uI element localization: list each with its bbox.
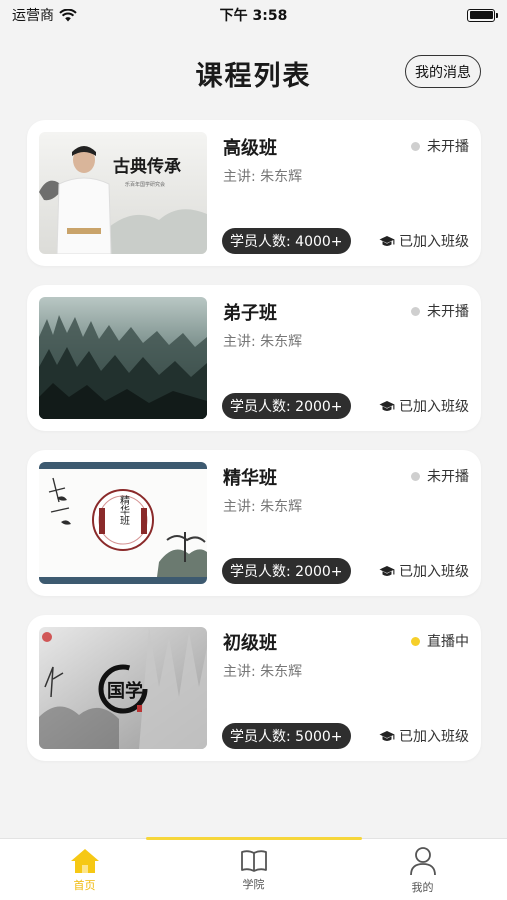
graduation-cap-icon: [379, 235, 395, 246]
poster-image: 古典传承 乐百年国学研究会: [39, 132, 207, 254]
joined-indicator: 已加入班级: [379, 726, 469, 746]
course-card[interactable]: 弟子班 主讲: 朱东辉 未开播 学员人数: 2000+ 已加入班级: [27, 285, 481, 431]
broadcast-status: 直播中: [411, 631, 469, 651]
course-teacher: 主讲: 朱东辉: [223, 664, 303, 680]
joined-indicator: 已加入班级: [379, 396, 469, 416]
joined-label: 已加入班级: [399, 399, 469, 415]
my-messages-button[interactable]: 我的消息: [405, 55, 481, 88]
student-count-badge: 学员人数: 2000+: [222, 393, 351, 419]
status-dot-icon: [411, 471, 420, 481]
user-icon: [409, 847, 436, 876]
poster-title: 国学: [107, 680, 143, 702]
joined-label: 已加入班级: [399, 564, 469, 580]
status-label: 未开播: [427, 139, 469, 155]
course-thumbnail: 国学: [39, 627, 207, 749]
tab-profile[interactable]: 我的: [338, 839, 507, 900]
broadcast-status: 未开播: [411, 136, 469, 156]
status-dot-icon: [411, 306, 420, 316]
book-icon: [240, 850, 267, 872]
poster-title: 古典传承: [113, 156, 181, 177]
scroll-indicator: [146, 837, 362, 840]
tab-home[interactable]: 首页: [0, 839, 169, 900]
course-name: 高级班: [223, 138, 277, 159]
bottom-tab-bar: 首页 学院 我的: [0, 837, 507, 900]
course-name: 弟子班: [223, 303, 277, 324]
page-header: 课程列表 我的消息: [0, 48, 507, 98]
course-name: 精华班: [223, 468, 277, 489]
poster-title: 精华班: [118, 494, 130, 526]
status-dot-icon: [411, 636, 420, 646]
course-card[interactable]: 国学 初级班 主讲: 朱东辉 直播中 学员人数: 5000+ 已加入班级: [27, 615, 481, 761]
poster-image: [39, 297, 207, 419]
joined-indicator: 已加入班级: [379, 231, 469, 251]
status-dot-icon: [411, 141, 420, 151]
carrier-label: 运营商: [12, 8, 54, 24]
battery-icon: [467, 8, 498, 22]
carrier-group: 运营商: [12, 5, 77, 25]
course-thumbnail: [39, 297, 207, 419]
graduation-cap-icon: [379, 400, 395, 411]
graduation-cap-icon: [379, 565, 395, 576]
broadcast-status: 未开播: [411, 301, 469, 321]
student-count-badge: 学员人数: 2000+: [222, 558, 351, 584]
course-thumbnail: 精华班: [39, 462, 207, 584]
poster-image: 精华班: [39, 462, 207, 584]
joined-label: 已加入班级: [399, 234, 469, 250]
graduation-cap-icon: [379, 730, 395, 741]
tab-academy[interactable]: 学院: [169, 839, 338, 900]
joined-label: 已加入班级: [399, 729, 469, 745]
course-teacher: 主讲: 朱东辉: [223, 169, 303, 185]
wifi-icon: [59, 8, 77, 21]
tab-academy-label: 学院: [242, 878, 265, 891]
student-count-badge: 学员人数: 5000+: [222, 723, 351, 749]
broadcast-status: 未开播: [411, 466, 469, 486]
status-label: 直播中: [427, 634, 469, 650]
course-teacher: 主讲: 朱东辉: [223, 334, 303, 350]
course-list: 古典传承 乐百年国学研究会 高级班 主讲: 朱东辉 未开播 学员人数: 4000…: [27, 120, 481, 780]
poster-subtitle: 乐百年国学研究会: [125, 181, 165, 188]
poster-image: 国学: [39, 627, 207, 749]
course-card[interactable]: 古典传承 乐百年国学研究会 高级班 主讲: 朱东辉 未开播 学员人数: 4000…: [27, 120, 481, 266]
tab-profile-label: 我的: [411, 881, 434, 894]
home-icon: [70, 849, 99, 873]
joined-indicator: 已加入班级: [379, 561, 469, 581]
status-label: 未开播: [427, 304, 469, 320]
status-bar: 运营商 下午 3:58: [0, 0, 507, 30]
status-label: 未开播: [427, 469, 469, 485]
student-count-badge: 学员人数: 4000+: [222, 228, 351, 254]
course-card[interactable]: 精华班 精华班 主讲: 朱东辉 未开播 学员人数: 2000+ 已加入班级: [27, 450, 481, 596]
course-teacher: 主讲: 朱东辉: [223, 499, 303, 515]
tab-home-label: 首页: [73, 879, 96, 892]
course-name: 初级班: [223, 633, 277, 654]
course-thumbnail: 古典传承 乐百年国学研究会: [39, 132, 207, 254]
